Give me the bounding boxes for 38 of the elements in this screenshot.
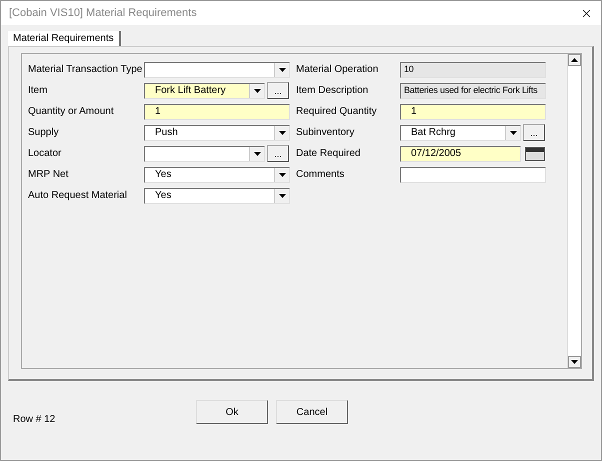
dropdown-field[interactable] — [144, 62, 290, 78]
dropdown-field[interactable] — [144, 146, 265, 162]
field-label: Material Operation — [296, 63, 380, 77]
input-field: 10 — [400, 62, 546, 78]
lookup-button[interactable]: ... — [523, 124, 545, 141]
input-field: Batteries used for electric Fork Lifts — [400, 82, 546, 98]
dialog-button[interactable]: Cancel — [276, 400, 348, 424]
date-field[interactable]: 07/12/2005 — [400, 146, 521, 162]
dropdown-field[interactable]: Bat Rchrg — [400, 124, 521, 140]
dropdown-field[interactable]: Yes — [144, 166, 290, 182]
dropdown-field[interactable]: Yes — [144, 188, 290, 204]
dialog-button[interactable]: Ok — [196, 400, 268, 424]
calendar-icon[interactable] — [525, 146, 545, 160]
window-title: [Cobain VIS10] Material Requirements — [9, 6, 197, 21]
input-field[interactable] — [400, 166, 546, 182]
dropdown-field[interactable]: Fork Lift Battery — [144, 82, 265, 98]
row-number: Row # 12 — [13, 413, 56, 427]
lookup-button[interactable]: ... — [267, 82, 289, 99]
scroll-down-icon[interactable] — [568, 356, 581, 368]
field-label: Comments — [296, 168, 346, 182]
field-label: Material Transaction Type — [28, 63, 144, 77]
field-label: MRP Net — [28, 168, 70, 182]
field-label: Subinventory — [296, 126, 356, 140]
dropdown-field[interactable]: Push — [144, 124, 290, 140]
field-label: Required Quantity — [296, 105, 378, 119]
field-label: Supply — [28, 126, 60, 140]
field-label: Auto Request Material — [28, 189, 128, 203]
input-field[interactable]: 1 — [144, 104, 290, 120]
scroll-up-icon[interactable] — [568, 54, 581, 66]
field-label: Locator — [28, 147, 62, 161]
scrollbar[interactable] — [567, 54, 581, 368]
field-label: Item Description — [296, 84, 370, 98]
input-field[interactable]: 1 — [400, 104, 546, 120]
tab[interactable]: Material Requirements — [8, 31, 121, 46]
field-label: Date Required — [296, 147, 362, 161]
field-label: Item — [28, 84, 48, 98]
lookup-button[interactable]: ... — [267, 145, 289, 162]
field-label: Quantity or Amount — [28, 105, 115, 119]
